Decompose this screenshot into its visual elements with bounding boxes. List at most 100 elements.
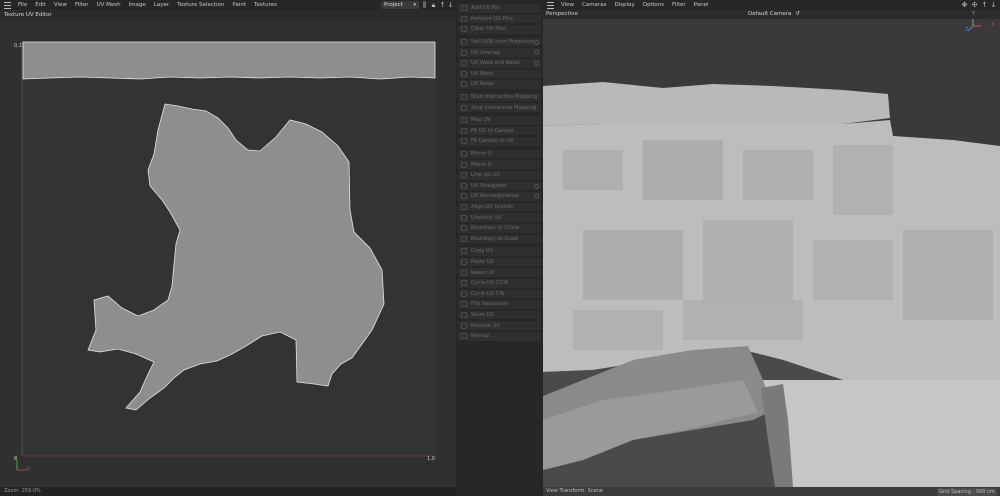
command-cycle-uv-cw[interactable]: Cycle UV CW: [458, 289, 541, 300]
up-arrow-icon[interactable]: ↑: [981, 1, 988, 9]
command-copy-uv[interactable]: Copy UV: [458, 247, 541, 257]
command-uv-straighten[interactable]: UV Straighten: [458, 181, 541, 192]
command-icon: [461, 259, 467, 266]
menu-filter[interactable]: Filter: [668, 2, 690, 8]
project-select[interactable]: Project ▾: [381, 1, 419, 9]
u-axis-label: U: [27, 467, 31, 472]
command-icon: [461, 182, 467, 189]
grid-spacing-label: Grid Spacing : 500 cm: [937, 488, 997, 496]
command-reset-uv[interactable]: Reset UV: [458, 268, 541, 278]
gear-icon[interactable]: [534, 183, 539, 189]
uv-canvas-svg: [16, 41, 436, 471]
command-uv-weld[interactable]: UV Weld: [458, 69, 541, 80]
camera-link-icon[interactable]: ↺: [795, 11, 800, 17]
levels-icon[interactable]: ⫼: [421, 1, 428, 9]
menu-cameras[interactable]: Cameras: [578, 2, 610, 8]
menu-paint[interactable]: Paint: [228, 2, 250, 8]
command-label: Restore UV: [471, 322, 500, 329]
uv-canvas[interactable]: [0, 21, 456, 487]
lock-icon[interactable]: 🔒︎: [430, 1, 437, 9]
command-label: Remove UV Pins: [471, 15, 514, 22]
command-label: Align UV Islands: [471, 204, 513, 211]
command-mirror-u[interactable]: Mirror U: [458, 149, 541, 160]
viewport-scene: [543, 16, 1000, 487]
viewport-panel[interactable]: [543, 0, 1000, 496]
menu-view[interactable]: View: [50, 2, 71, 8]
command-fit-canvas-to-uv[interactable]: Fit Canvas to UV: [458, 137, 541, 147]
up-arrow-icon[interactable]: ↑: [439, 1, 446, 9]
command-cycle-uv-ccw[interactable]: Cycle UV CCW: [458, 279, 541, 289]
command-boundary-to-quad[interactable]: Boundary to Quad: [458, 234, 541, 245]
command-icon: [461, 117, 467, 124]
viewport-menubar: View Cameras Display Options Filter Pane…: [543, 0, 1000, 10]
gear-icon[interactable]: [534, 194, 539, 200]
command-clear-uv-pins[interactable]: Clear UV Pins: [458, 25, 541, 35]
z-axis-label: Z: [965, 27, 969, 33]
command-flip-sequence[interactable]: Flip Sequence: [458, 300, 541, 310]
command-remove-uv-pins[interactable]: Remove UV Pins: [458, 14, 541, 25]
command-icon: [461, 333, 467, 340]
menu-options[interactable]: Options: [639, 2, 668, 8]
gear-icon[interactable]: [534, 61, 539, 66]
command-add-uv-pin[interactable]: Add UV Pin: [458, 4, 541, 14]
menu-texture-selection[interactable]: Texture Selection: [173, 2, 228, 8]
view-transform-label: View Transform: Scene: [546, 488, 603, 494]
menu-file[interactable]: File: [14, 2, 31, 8]
command-start-interactive-mapping[interactable]: Start Interactive Mapping: [458, 92, 541, 103]
command-label: Clear UV Pins: [471, 26, 506, 33]
command-icon: [461, 104, 467, 111]
uv-island-strip[interactable]: [22, 41, 436, 80]
command-unstitch-uv[interactable]: Unstitch UV: [458, 213, 541, 223]
menu-filter[interactable]: Filter: [71, 2, 93, 8]
viewport-label: Perspective: [546, 11, 578, 17]
menu-textures[interactable]: Textures: [250, 2, 281, 8]
terrain-foreground-ground: [763, 380, 1000, 487]
menu-display[interactable]: Display: [611, 2, 639, 8]
command-icon: [461, 214, 467, 221]
command-mirror-v[interactable]: Mirror V: [458, 160, 541, 170]
command-line-up-uv[interactable]: Line Up UV: [458, 171, 541, 181]
menu-image[interactable]: Image: [125, 2, 150, 8]
command-uv-unwrap[interactable]: UV Unwrap: [458, 48, 541, 58]
menu-view[interactable]: View: [557, 2, 578, 8]
command-stop-interactive-mapping[interactable]: Stop Interactive Mapping: [458, 103, 541, 113]
command-icon: [461, 204, 467, 211]
command-label: Add UV Pin: [471, 5, 500, 12]
command-align-uv-islands[interactable]: Align UV Islands: [458, 202, 541, 213]
command-icon: [461, 39, 467, 46]
command-uv-rectangularize[interactable]: UV Rectangularize: [458, 192, 541, 202]
menu-uv-mesh[interactable]: UV Mesh: [93, 2, 125, 8]
menu-edit[interactable]: Edit: [31, 2, 50, 8]
command-set-uvw-from-projection[interactable]: Set UVW from Projection: [458, 37, 541, 48]
command-uv-relax[interactable]: UV Relax: [458, 80, 541, 90]
command-store-uv[interactable]: Store UV: [458, 310, 541, 321]
command-label: Fit UV to Canvas: [471, 127, 514, 134]
command-max-uv[interactable]: Max UV: [458, 116, 541, 126]
command-label: Unstitch UV: [471, 214, 502, 221]
command-icon: [461, 193, 467, 200]
command-label: Cycle UV CCW: [471, 280, 509, 287]
command-paste-uv[interactable]: Paste UV: [458, 257, 541, 268]
move-icon[interactable]: ✣: [971, 1, 978, 9]
hamburger-menu-icon[interactable]: [4, 1, 11, 9]
hamburger-menu-icon[interactable]: [547, 1, 554, 9]
down-arrow-icon[interactable]: ↓: [447, 1, 454, 9]
command-fit-uv-to-canvas[interactable]: Fit UV to Canvas: [458, 126, 541, 137]
command-icon: [461, 290, 467, 297]
command-boundary-to-circle[interactable]: Boundary to Circle: [458, 224, 541, 234]
uv-status-bar: [0, 487, 456, 496]
command-restore-uv[interactable]: Restore UV: [458, 321, 541, 331]
command-icon: [461, 248, 467, 255]
gear-icon[interactable]: [534, 39, 539, 45]
menu-panel[interactable]: Panel: [690, 2, 713, 8]
camera-name[interactable]: Default Camera ↺: [748, 11, 800, 17]
command-icon: [461, 127, 467, 134]
menu-layer[interactable]: Layer: [150, 2, 173, 8]
command-label: Copy UV: [471, 248, 494, 255]
command-remap[interactable]: Remap...: [458, 332, 541, 342]
gear-icon[interactable]: [534, 50, 539, 56]
command-uv-weld-and-relax[interactable]: UV Weld and Relax: [458, 59, 541, 69]
down-arrow-icon[interactable]: ↓: [990, 1, 997, 9]
pan-hand-icon[interactable]: ✥: [961, 1, 968, 9]
x-axis-label: X: [991, 22, 995, 28]
